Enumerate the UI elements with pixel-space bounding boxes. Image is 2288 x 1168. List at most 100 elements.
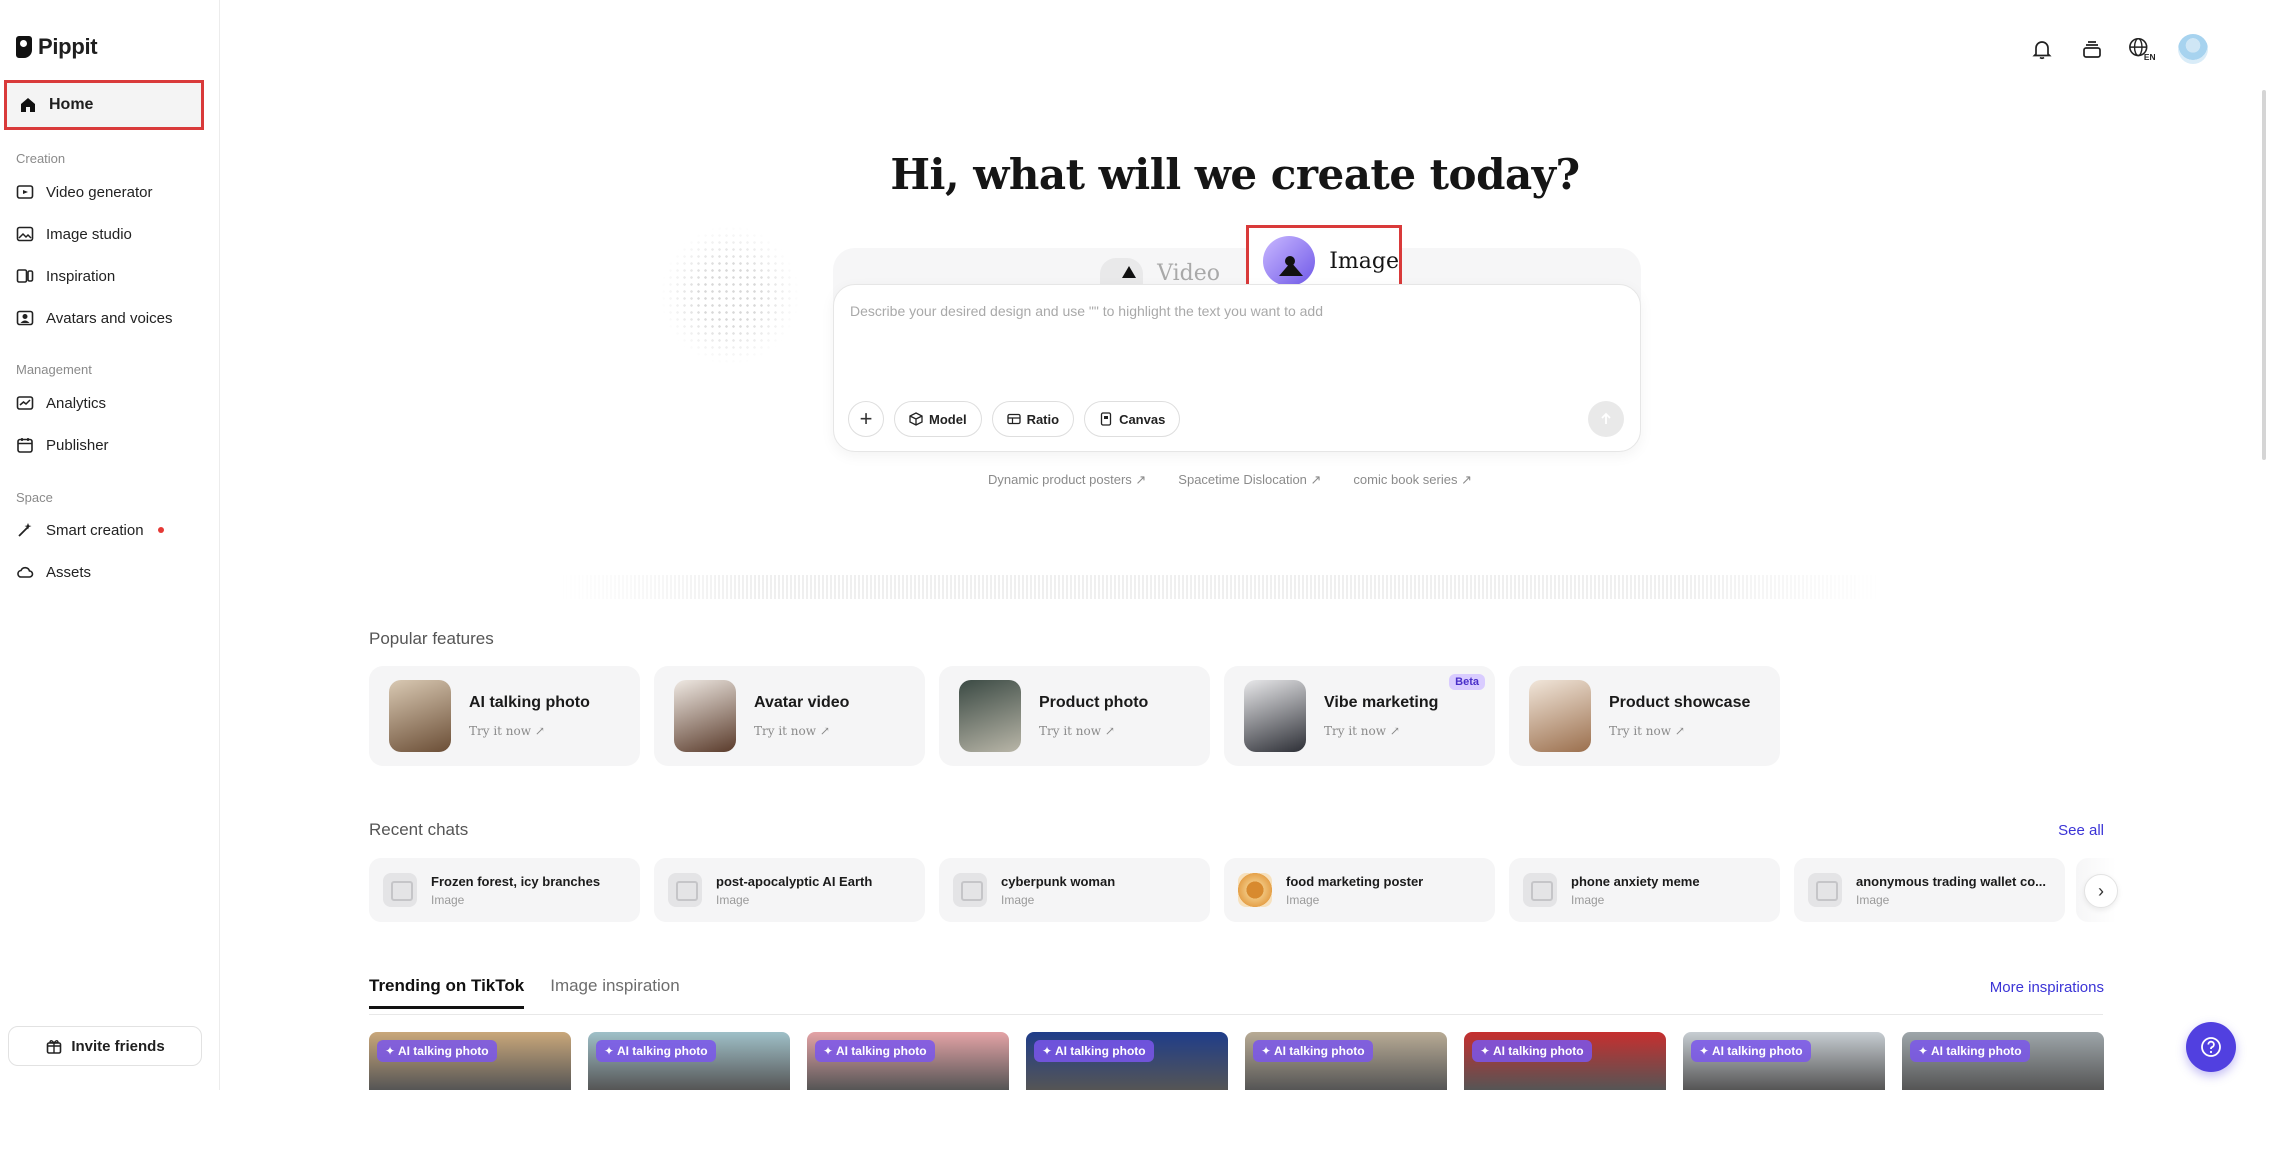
stack-icon[interactable]	[2078, 35, 2106, 63]
question-mark-icon	[2201, 1037, 2221, 1057]
canvas-icon	[1100, 412, 1112, 426]
feature-title: Vibe marketing	[1324, 694, 1439, 711]
cloud-icon	[16, 563, 34, 581]
chat-card[interactable]: cyberpunk woman Image	[939, 858, 1210, 922]
sidebar-item-assets[interactable]: Assets	[16, 560, 91, 584]
feature-card-ai-talking-photo[interactable]: AI talking photo Try it now ↗	[369, 666, 640, 766]
more-inspirations-link[interactable]: More inspirations	[1990, 979, 2104, 996]
try-it-now-link[interactable]: Try it now ↗	[1039, 724, 1148, 738]
ai-talking-photo-badge: ✦ AI talking photo	[815, 1040, 935, 1062]
user-avatar[interactable]	[2178, 34, 2208, 64]
feature-card-vibe-marketing[interactable]: Vibe marketing Try it now ↗ Beta	[1224, 666, 1495, 766]
logo-text: Pippit	[38, 34, 98, 59]
trending-thumbnail[interactable]: ✦ AI talking photo	[1245, 1032, 1447, 1090]
invite-friends-button[interactable]: Invite friends	[8, 1026, 202, 1066]
chat-title: Frozen forest, icy branches	[431, 873, 601, 889]
try-it-now-link[interactable]: Try it now ↗	[1324, 724, 1438, 738]
image-placeholder-icon	[1523, 873, 1557, 907]
feature-card-product-photo[interactable]: Product photo Try it now ↗	[939, 666, 1210, 766]
sidebar-item-analytics[interactable]: Analytics	[16, 391, 106, 415]
canvas-button[interactable]: Canvas	[1084, 401, 1181, 437]
ratio-button-label: Ratio	[1026, 411, 1060, 427]
home-icon	[19, 96, 37, 114]
app-logo[interactable]: Pippit	[16, 34, 98, 60]
trending-thumbnail[interactable]: ✦ AI talking photo	[1026, 1032, 1228, 1090]
language-badge: EN	[2144, 52, 2156, 62]
feature-card-product-showcase[interactable]: Product showcase Try it now ↗	[1509, 666, 1780, 766]
ratio-icon	[1006, 413, 1021, 425]
tab-trending-on-tiktok[interactable]: Trending on TikTok	[369, 976, 525, 1009]
decorative-dot-pattern	[660, 225, 800, 365]
tab-image-label: Image	[1329, 248, 1399, 274]
sidebar-item-label: Smart creation	[46, 521, 144, 539]
chat-card[interactable]: food marketing poster Image	[1224, 858, 1495, 922]
model-button[interactable]: Model	[894, 401, 982, 437]
trending-thumbnail[interactable]: ✦ AI talking photo	[588, 1032, 790, 1090]
feature-thumbnail	[389, 680, 451, 752]
sidebar-item-label: Publisher	[46, 436, 109, 454]
suggestion-link[interactable]: Dynamic product posters ↗	[988, 472, 1146, 488]
recent-chats-list: Frozen forest, icy branches Image post-ap…	[369, 858, 2065, 922]
model-cube-icon	[909, 412, 923, 426]
feature-title: Product photo	[1039, 694, 1149, 711]
page-scrollbar[interactable]	[2262, 90, 2266, 460]
sidebar-item-home[interactable]: Home	[4, 80, 204, 130]
chat-card[interactable]: post-apocalyptic AI Earth Image	[654, 858, 925, 922]
popular-features-list: AI talking photo Try it now ↗ Avatar vide…	[369, 666, 1780, 766]
sidebar-item-publisher[interactable]: Publisher	[16, 433, 109, 457]
trending-thumbnail[interactable]: ✦ AI talking photo	[1902, 1032, 2104, 1090]
notification-dot	[157, 527, 164, 533]
tab-video-label: Video	[1157, 260, 1220, 286]
send-button[interactable]	[1588, 401, 1624, 437]
trending-thumbnail[interactable]: ✦ AI talking photo	[1683, 1032, 1885, 1090]
popular-features-heading: Popular features	[369, 629, 494, 648]
ratio-button[interactable]: Ratio	[991, 401, 1075, 437]
sidebar-item-label: Avatars and voices	[46, 309, 173, 327]
section-label-space: Space	[16, 490, 53, 505]
chat-card[interactable]: phone anxiety meme Image	[1509, 858, 1780, 922]
prompt-input[interactable]: Describe your desired design and use "" …	[850, 303, 1323, 319]
chat-title: anonymous trading wallet co...	[1856, 873, 2046, 889]
image-placeholder-icon	[953, 873, 987, 907]
suggestion-link[interactable]: Spacetime Dislocation ↗	[1178, 472, 1321, 488]
chat-card[interactable]: anonymous trading wallet co... Image	[1794, 858, 2065, 922]
help-button[interactable]	[2186, 1022, 2236, 1072]
sidebar-item-smart-creation[interactable]: Smart creation	[16, 518, 164, 542]
page-bottom-edge	[220, 1090, 2288, 1168]
trending-thumbnail[interactable]: ✦ AI talking photo	[1464, 1032, 1666, 1090]
sidebar-item-label: Analytics	[46, 394, 107, 412]
suggestion-link[interactable]: comic book series ↗	[1353, 472, 1472, 488]
feature-thumbnail	[1529, 680, 1591, 752]
beta-badge: Beta	[1449, 674, 1485, 690]
prompt-box[interactable]: Describe your desired design and use "" …	[833, 284, 1641, 452]
see-all-link[interactable]: See all	[2058, 822, 2104, 839]
sidebar-item-label: Assets	[46, 563, 92, 581]
trending-thumbnail[interactable]: ✦ AI talking photo	[807, 1032, 1009, 1090]
globe-language-icon[interactable]: EN	[2128, 35, 2156, 63]
add-attachment-button[interactable]: +	[848, 401, 884, 437]
sidebar-item-image-studio[interactable]: Image studio	[16, 222, 132, 246]
bell-icon[interactable]	[2028, 35, 2056, 63]
tab-image-inspiration[interactable]: Image inspiration	[550, 976, 679, 1009]
model-button-label: Model	[929, 411, 967, 427]
chevron-right-icon[interactable]: ›	[2084, 874, 2118, 908]
try-it-now-link[interactable]: Try it now ↗	[469, 724, 590, 738]
ai-talking-photo-badge: ✦ AI talking photo	[377, 1040, 497, 1062]
feature-thumbnail	[1244, 680, 1306, 752]
sidebar-item-inspiration[interactable]: Inspiration	[16, 264, 115, 288]
trending-thumbnails: ✦ AI talking photo ✦ AI talking photo ✦ AI…	[369, 1032, 2104, 1090]
trending-thumbnail[interactable]: ✦ AI talking photo	[369, 1032, 571, 1090]
chat-type: Image	[1856, 892, 1890, 907]
prompt-suggestions: Dynamic product posters ↗ Spacetime Disl…	[988, 472, 1472, 488]
try-it-now-link[interactable]: Try it now ↗	[1609, 724, 1750, 738]
sidebar-item-avatars-and-voices[interactable]: Avatars and voices	[16, 306, 172, 330]
chat-type: Image	[1571, 892, 1605, 907]
chat-card[interactable]: Frozen forest, icy branches Image	[369, 858, 640, 922]
feature-card-avatar-video[interactable]: Avatar video Try it now ↗	[654, 666, 925, 766]
gift-icon	[45, 1037, 63, 1055]
food-thumbnail	[1238, 873, 1272, 907]
ai-talking-photo-badge: ✦ AI talking photo	[1034, 1040, 1154, 1062]
feature-thumbnail	[674, 680, 736, 752]
feature-title: AI talking photo	[469, 694, 590, 711]
try-it-now-link[interactable]: Try it now ↗	[754, 724, 849, 738]
